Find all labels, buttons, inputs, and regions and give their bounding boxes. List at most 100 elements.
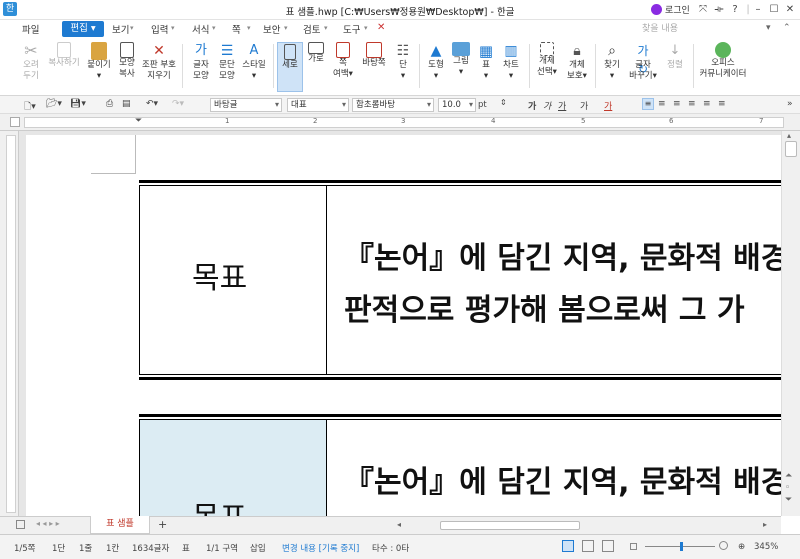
login-button[interactable]: 로그인 [651,3,690,16]
table-cell-text[interactable]: 『논어』에 담긴 지역, 문화적 배경 [344,233,781,277]
help-icon[interactable]: ? [728,4,742,15]
menu-tools[interactable]: 도구 [343,22,360,36]
menu-edit[interactable]: 편집 ▾ [62,21,104,37]
open-icon[interactable]: 📂︎▾ [46,99,62,109]
save-icon[interactable]: 💾︎▾ [70,99,86,109]
align-left-icon[interactable]: ≡ [658,99,666,109]
preview-icon[interactable]: ▤ [122,99,131,109]
zoom-level[interactable]: 345% [754,542,778,552]
vertical-scroll-thumb[interactable] [785,141,797,157]
ribbon-collapse-icon[interactable]: ⌃ [783,23,791,33]
align-right-icon[interactable]: ≡ [688,99,696,109]
undo-icon[interactable]: ↶▾ [146,99,158,109]
underline-button[interactable]: 가 [558,99,566,112]
margins-button[interactable]: 쪽 여백▾ [328,42,358,80]
next-page-icon[interactable]: ⏷ [785,495,792,505]
search-options-icon[interactable]: ▾ [766,23,771,33]
justify-icon[interactable]: ≡ [642,98,654,110]
ruler-track[interactable]: ⏷ 1 2 3 4 5 6 7 [24,117,784,128]
indent-marker-icon[interactable]: ⏷ [135,117,142,126]
vertical-ruler-track[interactable] [6,135,16,513]
redo-icon[interactable]: ↷▾ [172,99,184,109]
style-button[interactable]: A 스타일 ▾ [238,42,270,82]
distribute-icon[interactable]: ≡ [703,99,711,109]
status-track-changes[interactable]: 변경 내용 [기록 중지] [282,542,359,554]
status-page[interactable]: 1/5쪽 [14,542,36,554]
status-mode[interactable]: 삽입 [250,542,266,554]
fit-page-icon[interactable] [602,540,614,552]
zoom-out-icon[interactable] [630,543,637,550]
prev-page-icon[interactable]: ⏶ [785,471,792,481]
horizontal-scroll-thumb[interactable] [440,521,580,530]
clear-marks-button[interactable]: ✕ 조판 부호 지우기 [140,42,178,82]
app-icon[interactable]: 한 [3,2,17,16]
vertical-scrollbar[interactable]: ▴ ⏶ ◦ ⏷ [781,131,800,516]
master-page-button[interactable]: 바탕쪽 [358,42,390,69]
sort-button[interactable]: ↓ 정렬 [660,42,690,71]
format-painter-button[interactable]: 모양 복사 [112,42,142,80]
font-color-button[interactable]: 가 [604,99,612,112]
search-input[interactable]: 찾을 내용 [640,22,760,36]
divide-icon[interactable]: ≡ [718,99,726,109]
object-protect-button[interactable]: 🔒︎ 개체 보호▾ [562,42,592,82]
document-area[interactable]: 목표 『논어』에 담긴 지역, 문화적 배경 판적으로 평가해 봄으로써 그 가… [19,131,781,516]
pin-icon[interactable]: ⟛ [712,4,726,15]
align-center-icon[interactable]: ≡ [673,99,681,109]
object-select-button[interactable]: 개체 선택▾ [532,42,562,78]
replace-button[interactable]: 가↻ 글자 바꾸기▾ [626,42,660,82]
restore-icon[interactable]: ⤧ [696,4,710,15]
size-stepper[interactable]: ⇕ [500,98,507,107]
scroll-right-icon[interactable]: ▸ [763,520,767,529]
table-header-cell[interactable]: 목표 [192,253,247,297]
browse-icon[interactable]: ◦ [785,483,790,493]
paragraph-combo[interactable]: 대표 [287,98,349,112]
new-document-icon[interactable]: 🗋︎▾ [24,99,36,115]
fit-width-icon[interactable] [582,540,594,552]
copy-button[interactable]: 복사하기 [46,42,82,69]
zoom-in-icon[interactable] [719,541,728,550]
horizontal-ruler[interactable]: ⏷ 1 2 3 4 5 6 7 [0,114,800,131]
menu-page[interactable]: 쪽 [232,22,241,36]
zoom-slider-thumb[interactable] [680,542,683,551]
tab-document[interactable]: 표 샘플 [90,516,150,534]
table-header-cell[interactable]: 목표 [192,493,247,516]
tab-nav-icon[interactable]: ◂ ◂ ▸ ▸ [36,519,60,528]
scroll-left-icon[interactable]: ◂ [397,520,401,529]
menu-format[interactable]: 서식 [192,22,209,36]
menu-insert[interactable]: 입력 [151,22,168,36]
font-size-field[interactable]: 10.0 [438,98,476,112]
page[interactable]: 목표 『논어』에 담긴 지역, 문화적 배경 판적으로 평가해 봄으로써 그 가… [26,135,781,516]
menu-view[interactable]: 보기 [112,22,129,36]
print-icon[interactable]: ⎙ [106,99,113,109]
scroll-up-icon[interactable]: ▴ [787,131,791,140]
menu-security[interactable]: 보안 [263,22,280,36]
find-button[interactable]: ⌕ 찾기 ▾ [597,42,627,82]
landscape-button[interactable]: 가로 [303,42,329,65]
italic-button[interactable]: 가 [543,99,551,112]
size-unit[interactable]: pt [478,100,487,110]
menu-file[interactable]: 파일 [22,22,39,36]
portrait-button[interactable]: 세로 [277,42,303,92]
close-ribbon-icon[interactable]: ✕ [377,22,385,33]
table-cell-text[interactable]: 판적으로 평가해 봄으로써 그 가 [344,285,745,329]
page-view-icon[interactable] [562,540,574,552]
maximize-icon[interactable]: ☐ [767,4,781,15]
close-icon[interactable]: ✕ [783,4,797,15]
font-combo[interactable]: 함초롬바탕 [352,98,434,112]
bold-button[interactable]: 가 [528,99,536,112]
strike-button[interactable]: 가 [580,99,588,112]
add-tab-button[interactable]: + [158,518,167,531]
ruler-corner[interactable] [10,117,20,127]
vertical-ruler[interactable] [0,131,19,516]
minimize-icon[interactable]: – [751,4,765,15]
paste-button[interactable]: 붙이기 ▾ [84,42,114,82]
cut-button[interactable]: ✂ 오려 두기 [16,42,46,82]
window-list-icon[interactable] [16,520,25,529]
horizontal-scrollbar[interactable]: ◂ ▸ [395,516,781,534]
chart-button[interactable]: ▥ 차트 ▾ [496,42,526,82]
toolbar-more-icon[interactable]: » [787,99,793,109]
style-combo[interactable]: 바탕글 [210,98,282,112]
table-cell-text[interactable]: 『논어』에 담긴 지역, 문화적 배경 [344,457,781,501]
columns-button[interactable]: ☷ 단 ▾ [388,42,418,82]
zoom-icon[interactable]: ⊕ [738,542,745,552]
